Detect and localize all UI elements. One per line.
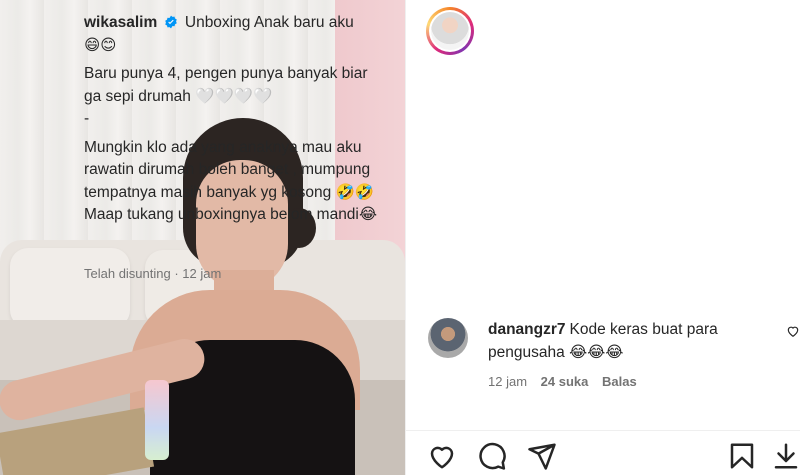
post-side-panel — [405, 0, 800, 475]
bookmark-icon[interactable] — [727, 441, 757, 471]
download-icon[interactable] — [771, 441, 800, 471]
caption-line: Baru punya 4, pengen punya banyak biar g… — [84, 65, 368, 105]
comment-likes[interactable]: 24 suka — [541, 374, 589, 389]
reply-button[interactable]: Balas — [602, 374, 637, 389]
commenter-avatar[interactable] — [428, 318, 468, 358]
sofa-cushion — [10, 248, 130, 328]
caption-title: Unboxing Anak baru aku — [184, 14, 354, 31]
share-icon[interactable] — [527, 441, 557, 471]
caption-line: Mungkin klo ada yang anaknya mau aku raw… — [84, 138, 375, 201]
comment-time: 12 jam — [488, 374, 528, 389]
caption-line: Maap tukang unboxingnya belom mandi😂 — [84, 206, 377, 223]
verified-badge-icon — [164, 15, 177, 29]
author-avatar[interactable] — [426, 7, 474, 55]
author-username[interactable]: wikasalim — [84, 14, 157, 31]
post-caption: wikasalim Unboxing Anak baru aku 😄😊 Baru… — [84, 12, 384, 227]
bottle — [145, 380, 169, 460]
heart-icon[interactable] — [427, 441, 457, 471]
caption-line: 😄😊 — [84, 36, 117, 54]
post-action-bar — [405, 430, 800, 475]
comment-icon[interactable] — [477, 441, 507, 471]
caption-line: - — [84, 110, 90, 127]
comment: danangzr7 Kode keras buat para pengusaha … — [488, 318, 778, 364]
comment-like-heart-icon[interactable] — [786, 324, 800, 338]
commenter-username[interactable]: danangzr7 — [488, 321, 566, 338]
edited-timestamp: Telah disunting · 12 jam — [84, 266, 222, 281]
comment-meta: 12 jam 24 suka Balas — [488, 374, 647, 389]
